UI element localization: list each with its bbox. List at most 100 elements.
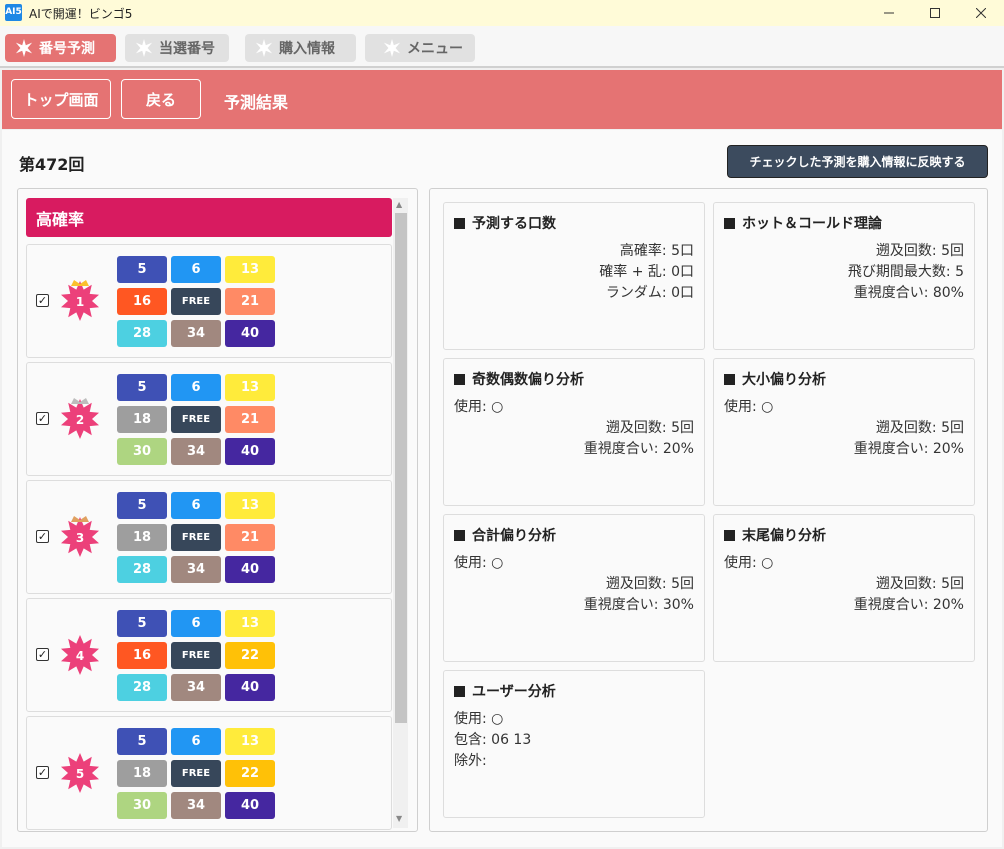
reflect-to-purchase-button[interactable]: チェックした予測を購入情報に反映する — [727, 145, 988, 178]
tab-purchase-info[interactable]: 購入情報 — [245, 34, 356, 62]
tab-menu[interactable]: メニュー — [365, 34, 475, 62]
square-bullet-icon — [724, 373, 735, 385]
number-ball: 13 — [225, 374, 275, 401]
setting-line: 遡及回数: 5回 — [605, 576, 694, 592]
prediction-checkbox[interactable]: ✓ — [36, 412, 49, 425]
sparkle-icon — [383, 39, 401, 57]
scroll-thumb[interactable] — [395, 213, 407, 723]
rank-star-icon: 4 — [59, 633, 101, 675]
tab-bar: 番号予測 当選番号 購入情報 メニュー — [0, 26, 1004, 68]
tab-winning-numbers[interactable]: 当選番号 — [125, 34, 229, 62]
round-label: 第472回 — [19, 155, 85, 174]
square-bullet-icon — [454, 373, 465, 385]
free-cell: FREE — [171, 642, 221, 669]
number-ball: 21 — [225, 406, 275, 433]
main-content: 第472回 チェックした予測を購入情報に反映する 高確率 ✓ 1 5 6 13 16 FRE… — [2, 130, 1002, 847]
back-button[interactable]: 戻る — [121, 79, 201, 119]
number-ball: 34 — [171, 792, 221, 819]
minimize-button[interactable] — [866, 0, 912, 26]
prediction-list-panel: 高確率 ✓ 1 5 6 13 16 FREE 21 28 34 40 ✓ 2 5 6 13 18 FREE 21 30… — [17, 188, 418, 832]
square-bullet-icon — [454, 217, 465, 229]
user-settings-box: ユーザー分析 使用: ○ 包含: 06 13 除外: — [443, 670, 705, 818]
number-grid: 5 6 13 18 FREE 21 28 34 40 — [117, 492, 275, 583]
box-title: ユーザー分析 — [472, 684, 556, 700]
number-ball: 16 — [117, 642, 167, 669]
number-ball: 5 — [117, 492, 167, 519]
number-ball: 5 — [117, 256, 167, 283]
svg-text:2: 2 — [76, 413, 84, 427]
box-title: 奇数偶数偏り分析 — [472, 372, 584, 388]
prediction-card: ✓ 4 5 6 13 16 FREE 22 28 34 40 — [26, 598, 392, 712]
number-ball: 13 — [225, 256, 275, 283]
number-ball: 34 — [171, 438, 221, 465]
number-grid: 5 6 13 18 FREE 21 30 34 40 — [117, 374, 275, 465]
setting-line: 高確率: 5口 — [619, 243, 694, 259]
number-ball: 40 — [225, 320, 275, 347]
rank-star-icon: 5 — [59, 751, 101, 793]
prediction-card: ✓ 5 5 6 13 18 FREE 22 30 34 40 — [26, 716, 392, 830]
prediction-checkbox[interactable]: ✓ — [36, 648, 49, 661]
prediction-checkbox[interactable]: ✓ — [36, 530, 49, 543]
use-line: 使用: ○ — [724, 399, 774, 415]
prediction-checkbox[interactable]: ✓ — [36, 766, 49, 779]
scrollbar[interactable]: ▲ ▼ — [393, 198, 408, 828]
scroll-down-icon[interactable]: ▼ — [396, 814, 402, 823]
svg-text:4: 4 — [76, 649, 84, 663]
number-ball: 28 — [117, 556, 167, 583]
number-ball: 21 — [225, 524, 275, 551]
oddeven-settings-box: 奇数偶数偏り分析 使用: ○ 遡及回数: 5回 重視度合い: 20% — [443, 358, 705, 506]
box-title: ホット＆コールド理論 — [742, 216, 882, 232]
number-ball: 5 — [117, 374, 167, 401]
count-settings-box: 予測する口数 高確率: 5口 確率 + 乱: 0口 ランダム: 0口 — [443, 202, 705, 350]
use-line: 使用: ○ — [454, 711, 504, 727]
number-ball: 40 — [225, 792, 275, 819]
setting-line: 重視度合い: 20% — [853, 597, 964, 613]
box-title: 合計偏り分析 — [472, 528, 556, 544]
setting-line: 遡及回数: 5回 — [875, 243, 964, 259]
svg-text:3: 3 — [76, 531, 84, 545]
rank-star-icon: 3 — [59, 515, 101, 557]
number-ball: 6 — [171, 610, 221, 637]
settings-panel: 予測する口数 高確率: 5口 確率 + 乱: 0口 ランダム: 0口 ホット＆コ… — [429, 188, 988, 832]
number-ball: 34 — [171, 556, 221, 583]
number-ball: 28 — [117, 674, 167, 701]
number-ball: 40 — [225, 556, 275, 583]
svg-text:5: 5 — [76, 767, 84, 781]
minimize-icon — [884, 12, 894, 14]
number-ball: 34 — [171, 320, 221, 347]
square-bullet-icon — [454, 685, 465, 697]
free-cell: FREE — [171, 524, 221, 551]
number-ball: 13 — [225, 728, 275, 755]
scroll-up-icon[interactable]: ▲ — [396, 200, 402, 209]
app-logo: AI5 — [5, 4, 22, 21]
maximize-button[interactable] — [912, 0, 958, 26]
number-ball: 28 — [117, 320, 167, 347]
rank-star-icon: 2 — [59, 397, 101, 439]
number-grid: 5 6 13 16 FREE 21 28 34 40 — [117, 256, 275, 347]
setting-line: 重視度合い: 20% — [853, 441, 964, 457]
number-ball: 16 — [117, 288, 167, 315]
number-grid: 5 6 13 16 FREE 22 28 34 40 — [117, 610, 275, 701]
prediction-card: ✓ 1 5 6 13 16 FREE 21 28 34 40 — [26, 244, 392, 358]
number-ball: 34 — [171, 674, 221, 701]
number-ball: 18 — [117, 524, 167, 551]
tab-prediction[interactable]: 番号予測 — [5, 34, 116, 62]
number-ball: 40 — [225, 438, 275, 465]
box-title: 予測する口数 — [472, 216, 556, 232]
setting-line: ランダム: 0口 — [605, 285, 694, 301]
setting-line: 重視度合い: 20% — [583, 441, 694, 457]
number-ball: 13 — [225, 492, 275, 519]
number-ball: 30 — [117, 792, 167, 819]
close-button[interactable] — [958, 0, 1004, 26]
include-line: 包含: 06 13 — [454, 732, 532, 748]
title-bar: AI5 AIで開運！ビンゴ5 — [0, 0, 1004, 26]
sum-settings-box: 合計偏り分析 使用: ○ 遡及回数: 5回 重視度合い: 30% — [443, 514, 705, 662]
number-ball: 6 — [171, 374, 221, 401]
top-screen-button[interactable]: トップ画面 — [11, 79, 111, 119]
setting-line: 遡及回数: 5回 — [875, 576, 964, 592]
prediction-checkbox[interactable]: ✓ — [36, 294, 49, 307]
exclude-line: 除外: — [454, 753, 487, 769]
category-header: 高確率 — [26, 198, 392, 237]
number-ball: 18 — [117, 760, 167, 787]
sparkle-icon — [15, 39, 33, 57]
